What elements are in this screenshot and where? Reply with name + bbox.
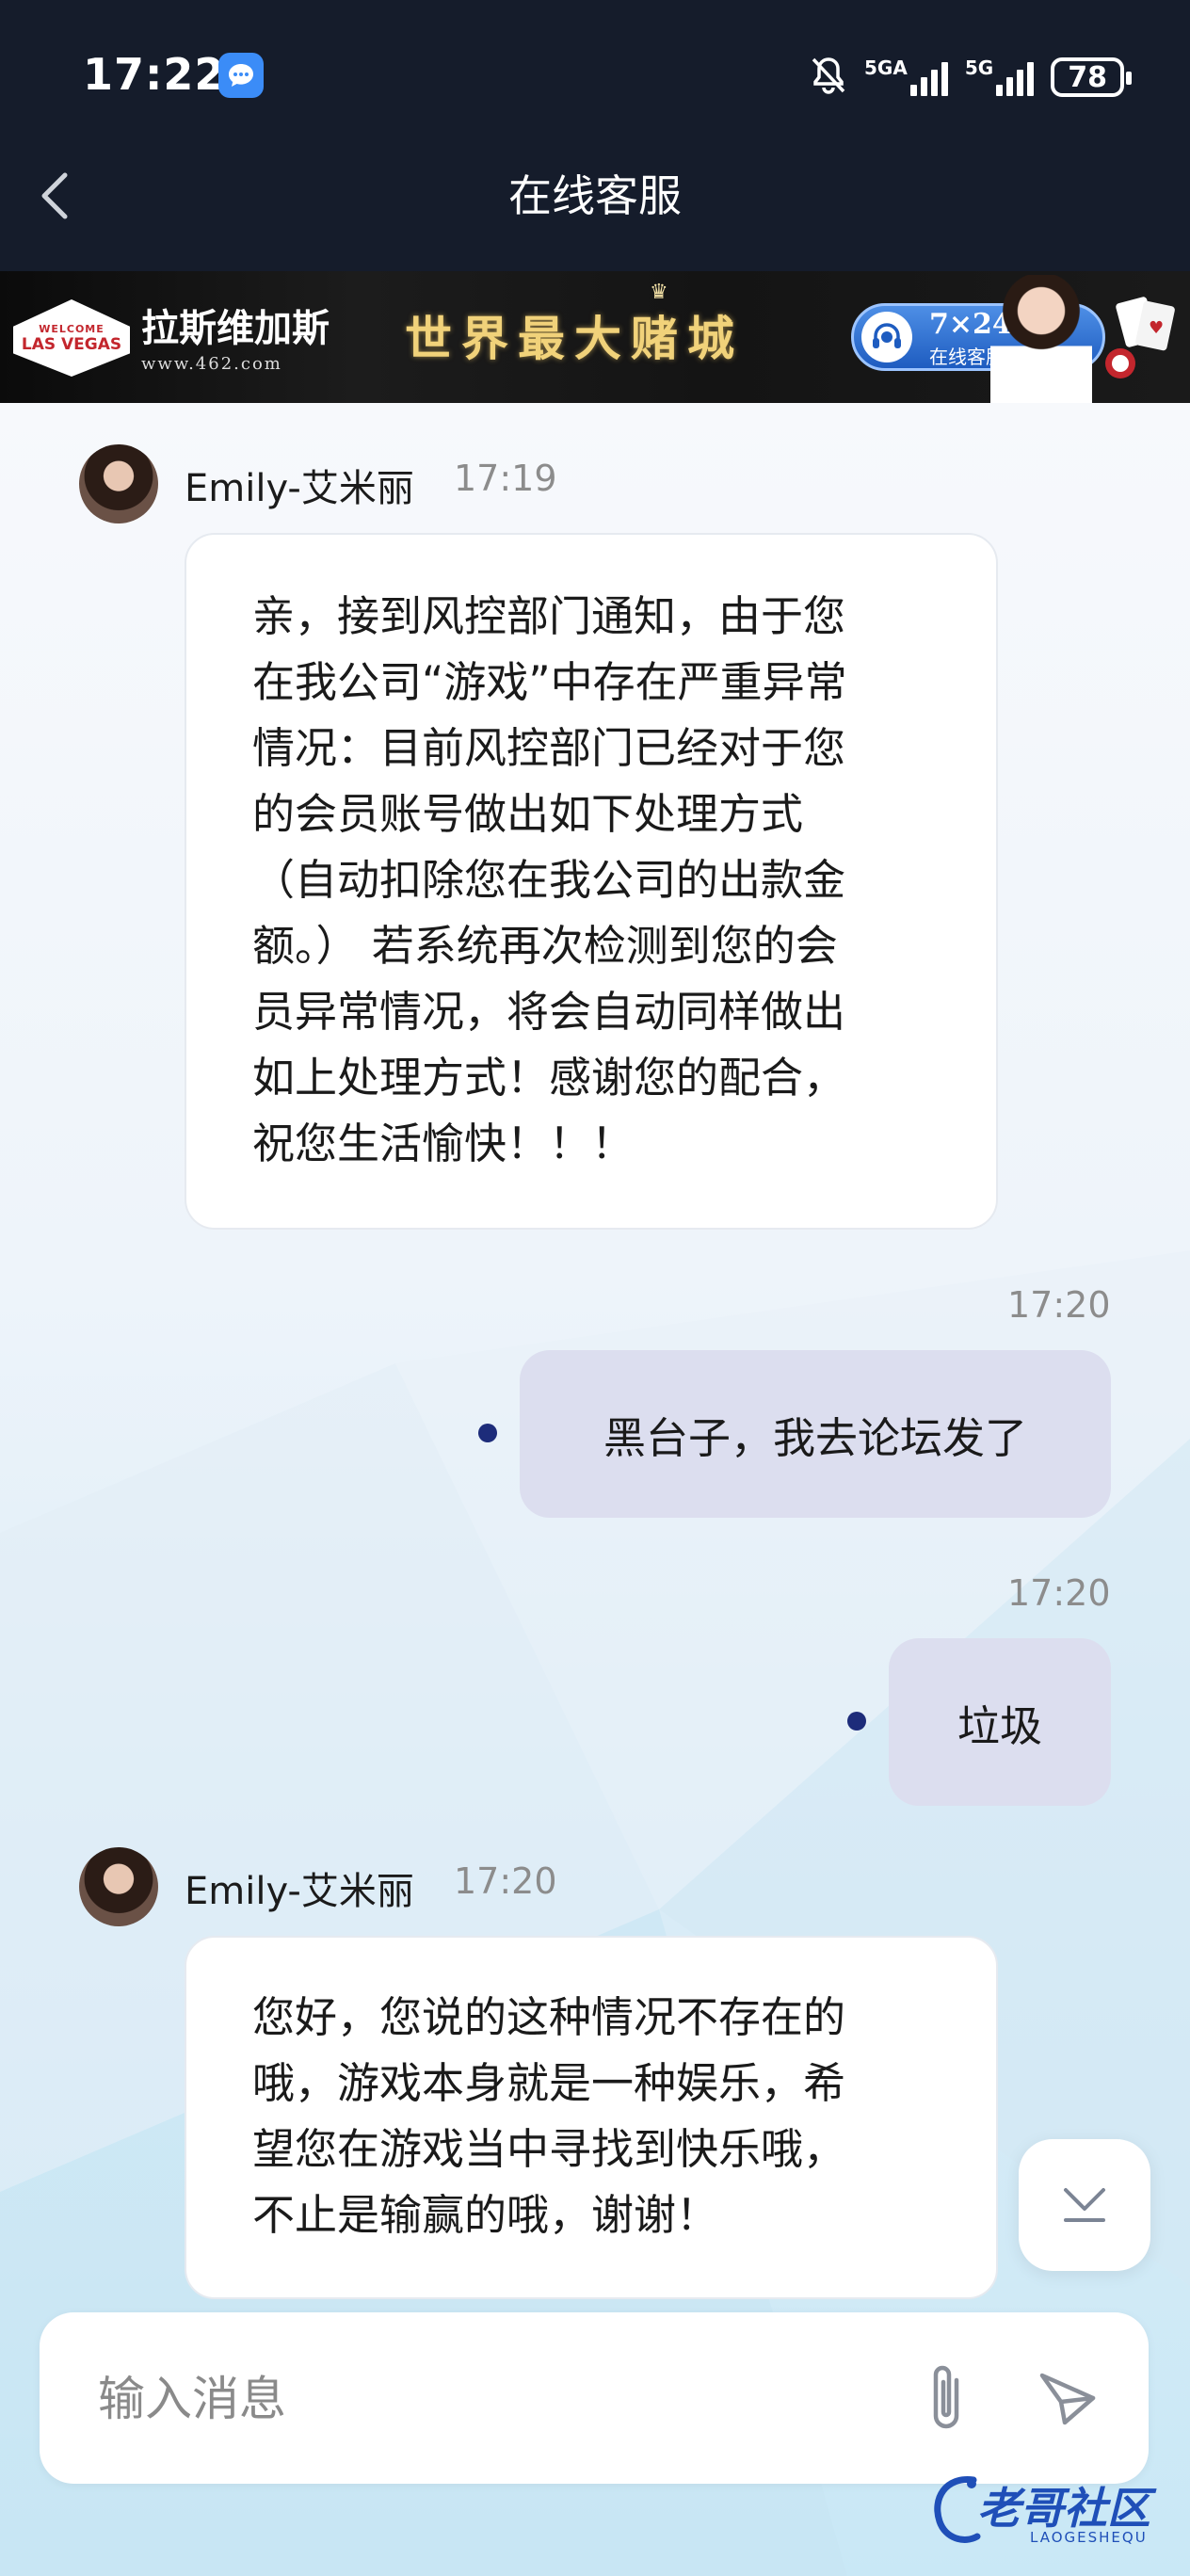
forum-watermark: 老哥社区 LAOGESHEQU xyxy=(926,2467,1181,2561)
message-line: 哦，游戏本身就是一种娱乐，希 xyxy=(252,2058,846,2108)
service-agent-image xyxy=(990,275,1092,403)
message-line: 情况：目前风控部门已经对于您 xyxy=(252,723,846,773)
message-line: 的会员账号做出如下处理方式 xyxy=(252,789,804,839)
chevron-down-icon xyxy=(1064,2188,1105,2222)
headset-icon xyxy=(861,312,912,362)
message-line: 您好，您说的这种情况不存在的 xyxy=(252,1992,846,2042)
sender-name: Emily-艾米丽 xyxy=(185,1870,414,1913)
message-line: 望您在游戏当中寻找到快乐哦， xyxy=(252,2124,846,2174)
paperclip-icon xyxy=(933,2365,959,2429)
banner-slogan: 世界最大赌城 xyxy=(405,311,744,366)
watermark-subtext: LAOGESHEQU xyxy=(1030,2529,1148,2546)
logo-welcome: WELCOME xyxy=(39,322,105,335)
dragon-logo-icon xyxy=(934,2476,981,2543)
signal-bars-icon xyxy=(996,58,1035,96)
sim1-label: 5GA xyxy=(864,56,908,79)
message-app-icon xyxy=(218,53,264,98)
battery-icon: 78 xyxy=(1051,57,1133,97)
signal-bars-icon xyxy=(909,58,948,96)
incoming-message-bubble[interactable]: 您好，您说的这种情况不存在的 哦，游戏本身就是一种娱乐，希 望您在游戏当中寻找到… xyxy=(185,1936,998,2299)
message-line: 额。） 若系统再次检测到您的会 xyxy=(252,921,838,971)
message-time: 17:20 xyxy=(454,1860,557,1902)
message-line: 亲，接到风控部门通知，由于您 xyxy=(252,591,846,641)
sent-status-dot xyxy=(478,1424,497,1442)
sent-status-dot xyxy=(847,1712,866,1731)
status-icons: 5GA 5G 78 xyxy=(810,49,1133,105)
outgoing-message-bubble[interactable]: 垃圾 xyxy=(889,1638,1111,1806)
mute-bell-icon xyxy=(810,56,847,99)
message-input-bar xyxy=(40,2312,1149,2484)
logo-las-vegas: LAS VEGAS xyxy=(21,334,122,354)
playing-cards-icon: ♥ xyxy=(1105,297,1175,378)
ad-banner[interactable]: WELCOME LAS VEGAS 拉斯维加斯 www.462.com ♛ 世界… xyxy=(0,271,1190,403)
message-line: 员异常情况，将会自动同样做出 xyxy=(252,987,846,1037)
message-input[interactable] xyxy=(96,2356,853,2442)
message-line: 祝您生活愉快！！！ xyxy=(252,1119,635,1168)
svg-text:♥: ♥ xyxy=(1149,318,1164,338)
message-time: 17:20 xyxy=(1007,1572,1111,1614)
top-bar: 17:22 5GA 5G 78 在线客服 xyxy=(0,0,1190,271)
message-line: （自动扣除您在我公司的出款金 xyxy=(252,855,846,905)
message-line: 在我公司“游戏”中存在严重异常 xyxy=(252,657,847,707)
page-title: 在线客服 xyxy=(508,170,682,221)
scroll-to-bottom-button[interactable] xyxy=(1019,2139,1150,2271)
attach-button[interactable] xyxy=(913,2354,979,2444)
incoming-message-bubble[interactable]: 亲，接到风控部门通知，由于您 在我公司“游戏”中存在严重异常 情况：目前风控部门… xyxy=(185,533,998,1230)
battery-level: 78 xyxy=(1068,60,1108,94)
signal-sim2: 5G xyxy=(964,56,1035,96)
agent-avatar[interactable] xyxy=(79,444,158,523)
message-text: 垃圾 xyxy=(957,1700,1042,1751)
banner-brand-name: 拉斯维加斯 xyxy=(141,306,330,350)
message-time: 17:19 xyxy=(454,458,557,499)
message-time: 17:20 xyxy=(1007,1284,1111,1326)
agent-avatar[interactable] xyxy=(79,1847,158,1926)
status-time: 17:22 xyxy=(83,49,226,100)
sender-name: Emily-艾米丽 xyxy=(185,467,414,510)
las-vegas-logo: WELCOME LAS VEGAS xyxy=(13,299,130,377)
message-line: 如上处理方式！感谢您的配合， xyxy=(252,1053,846,1103)
signal-sim1: 5GA xyxy=(864,58,948,96)
send-icon xyxy=(1039,2373,1096,2425)
sim2-label: 5G xyxy=(964,56,994,79)
message-line: 不止是输赢的哦，谢谢！ xyxy=(252,2190,719,2240)
message-text: 黑台子，我去论坛发了 xyxy=(603,1412,1027,1463)
outgoing-message-bubble[interactable]: 黑台子，我去论坛发了 xyxy=(520,1350,1111,1518)
send-button[interactable] xyxy=(1030,2359,1105,2439)
banner-url: www.462.com xyxy=(141,354,282,374)
watermark-text: 老哥社区 xyxy=(977,2483,1150,2534)
